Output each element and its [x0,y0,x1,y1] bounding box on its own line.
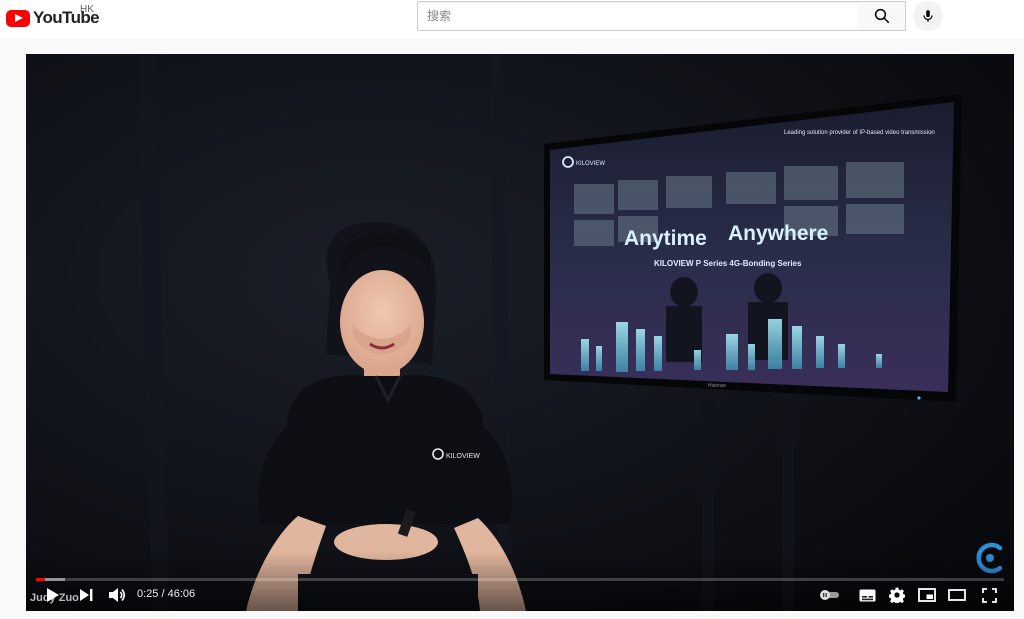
autoplay-toggle-icon [820,590,839,600]
play-button[interactable] [42,584,64,606]
video-player[interactable]: KILOVIEW Leading solution provider of IP… [26,54,1014,611]
time-display: 0:25 / 46:06 [137,588,196,600]
next-icon [80,589,93,601]
fullscreen-icon [981,587,997,603]
miniplayer-button[interactable] [916,585,938,605]
microphone-icon [923,10,933,22]
fullscreen-button[interactable] [978,584,1000,606]
search-button[interactable] [858,1,906,31]
screen-headline-left: Anytime [624,227,707,250]
progress-bar[interactable] [36,578,1004,581]
volume-icon [109,588,126,602]
voice-search-button[interactable] [913,1,943,31]
settings-icon [889,587,905,603]
shirt-logo: KILOVIEW [446,453,480,460]
theater-mode-button[interactable] [946,585,968,605]
region-code: HK [80,4,94,15]
next-button[interactable] [76,585,96,605]
screen-headline-right: Anywhere [728,222,828,245]
progress-played [36,578,45,581]
screen-logo: KILOVIEW [576,161,605,167]
autoplay-toggle[interactable] [818,586,842,604]
subtitles-icon [859,589,875,601]
settings-button[interactable] [886,584,908,606]
search-box[interactable] [417,1,859,31]
search-input[interactable] [418,2,858,30]
youtube-logo-icon [6,9,30,27]
play-icon [47,588,59,602]
tv-brand: Hisense [708,383,726,389]
screen-subtitle: KILOVIEW P Series 4G-Bonding Series [654,259,802,268]
search-icon [874,8,889,24]
mute-button[interactable] [106,584,128,606]
screen-tagline: Leading solution provider of IP-based vi… [784,130,935,136]
masthead: YouTube HK [0,0,1024,38]
theater-icon [948,589,966,601]
video-frame: KILOVIEW Leading solution provider of IP… [26,54,1014,611]
subtitles-button[interactable] [856,585,878,605]
miniplayer-icon [918,588,936,602]
